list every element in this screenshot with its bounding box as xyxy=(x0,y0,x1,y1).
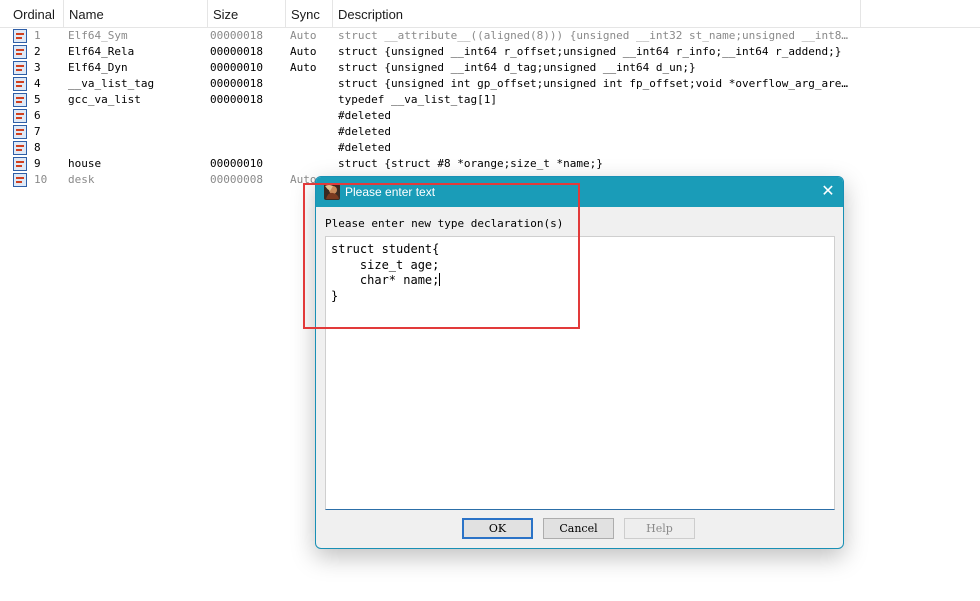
description-cell: typedef __va_list_tag[1] xyxy=(338,93,497,106)
type-list: 1 Elf64_Sym 00000018 Auto struct __attribute… xyxy=(0,28,980,188)
column-header-size[interactable]: Size xyxy=(208,0,286,27)
struct-type-icon xyxy=(13,93,27,107)
struct-type-icon xyxy=(13,29,27,43)
ok-button[interactable]: OK xyxy=(462,518,533,539)
ordinal-cell: 6 xyxy=(34,109,41,122)
description-cell: struct {unsigned __int64 d_tag;unsigned … xyxy=(338,61,696,74)
table-row[interactable]: 2 Elf64_Rela 00000018 Auto struct {unsigned … xyxy=(0,44,980,60)
name-cell: house xyxy=(68,157,102,170)
ordinal-cell: 1 xyxy=(34,29,41,42)
dialog-title: Please enter text xyxy=(345,185,436,199)
description-cell: struct {struct #8 *orange;size_t *name;} xyxy=(338,157,603,170)
type-declaration-textarea[interactable]: struct student{ size_t age; char* name; … xyxy=(325,236,835,510)
ida-app-icon xyxy=(324,184,340,200)
ordinal-cell: 3 xyxy=(34,61,41,74)
table-row[interactable]: 5 gcc_va_list 00000018 typedef __va_list_ta… xyxy=(0,92,980,108)
column-header-description[interactable]: Description xyxy=(333,0,861,27)
size-cell: 00000010 xyxy=(210,61,263,74)
sync-cell: Auto xyxy=(290,61,317,74)
description-cell: struct {unsigned __int64 r_offset;unsign… xyxy=(338,45,842,58)
description-cell: struct __attribute__((aligned(8))) {unsi… xyxy=(338,29,854,42)
name-cell: __va_list_tag xyxy=(68,77,155,90)
struct-type-icon xyxy=(13,125,27,139)
ordinal-cell: 10 xyxy=(34,173,48,186)
name-cell: Elf64_Dyn xyxy=(68,61,128,74)
sync-cell: Auto xyxy=(290,45,317,58)
description-cell: #deleted xyxy=(338,109,391,122)
editor-text: struct student{ size_t age; char* name; xyxy=(331,242,440,287)
dialog-prompt: Please enter new type declaration(s) xyxy=(325,217,564,230)
table-row[interactable]: 8 #deleted xyxy=(0,140,980,156)
size-cell: 00000018 xyxy=(210,77,263,90)
struct-type-icon xyxy=(13,109,27,123)
dialog-titlebar[interactable]: Please enter text ✕ xyxy=(316,177,843,207)
size-cell: 00000008 xyxy=(210,173,263,186)
name-cell: Elf64_Sym xyxy=(68,29,128,42)
table-row[interactable]: 9 house 00000010 struct {struct #8 *orange;… xyxy=(0,156,980,172)
close-icon[interactable]: ✕ xyxy=(813,177,843,207)
text-caret xyxy=(439,273,441,286)
size-cell: 00000018 xyxy=(210,45,263,58)
ordinal-cell: 5 xyxy=(34,93,41,106)
editor-text-end: } xyxy=(331,288,339,303)
table-row[interactable]: 6 #deleted xyxy=(0,108,980,124)
size-cell: 00000018 xyxy=(210,29,263,42)
struct-type-icon xyxy=(13,157,27,171)
column-header-ordinal[interactable]: Ordinal xyxy=(8,0,64,27)
cancel-button[interactable]: Cancel xyxy=(543,518,614,539)
table-header: Ordinal Name Size Sync Description xyxy=(0,0,980,28)
table-row[interactable]: 1 Elf64_Sym 00000018 Auto struct __attribute… xyxy=(0,28,980,44)
ordinal-cell: 4 xyxy=(34,77,41,90)
description-cell: struct {unsigned int gp_offset;unsigned … xyxy=(338,77,854,90)
table-row[interactable]: 4 __va_list_tag 00000018 struct {unsigned i… xyxy=(0,76,980,92)
struct-type-icon xyxy=(13,173,27,187)
struct-type-icon xyxy=(13,77,27,91)
help-button[interactable]: Help xyxy=(624,518,695,539)
table-row[interactable]: 7 #deleted xyxy=(0,124,980,140)
struct-type-icon xyxy=(13,141,27,155)
column-header-sync[interactable]: Sync xyxy=(286,0,333,27)
size-cell: 00000018 xyxy=(210,93,263,106)
name-cell: gcc_va_list xyxy=(68,93,141,106)
struct-type-icon xyxy=(13,61,27,75)
description-cell: #deleted xyxy=(338,125,391,138)
ordinal-cell: 8 xyxy=(34,141,41,154)
description-cell: #deleted xyxy=(338,141,391,154)
size-cell: 00000010 xyxy=(210,157,263,170)
name-cell: Elf64_Rela xyxy=(68,45,135,58)
name-cell: desk xyxy=(68,173,95,186)
ordinal-cell: 7 xyxy=(34,125,41,138)
sync-cell: Auto xyxy=(290,29,317,42)
ordinal-cell: 2 xyxy=(34,45,41,58)
struct-type-icon xyxy=(13,45,27,59)
ordinal-cell: 9 xyxy=(34,157,41,170)
table-row[interactable]: 3 Elf64_Dyn 00000010 Auto struct {unsigned _… xyxy=(0,60,980,76)
column-header-name[interactable]: Name xyxy=(64,0,208,27)
enter-text-dialog: Please enter text ✕ Please enter new typ… xyxy=(315,176,844,549)
